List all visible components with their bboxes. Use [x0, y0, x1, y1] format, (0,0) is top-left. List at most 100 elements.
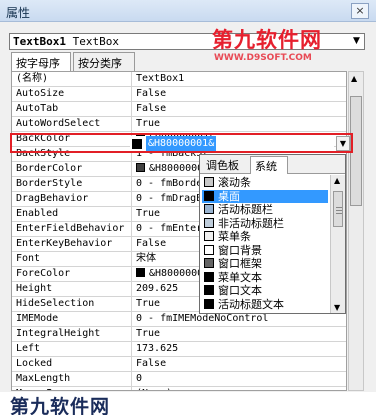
property-value-text: TextBox1	[136, 73, 185, 84]
chevron-down-icon: ▼	[339, 139, 347, 148]
backcolor-editor[interactable]: &H80000001&	[130, 136, 334, 151]
color-swatch	[204, 298, 214, 309]
property-value-text: 0 - fmEnter	[136, 223, 203, 234]
color-list-item[interactable]: 菜单条	[202, 230, 328, 243]
color-swatch	[136, 163, 145, 172]
property-value-text: 0 - fmIMEModeNoControl	[136, 313, 269, 324]
backcolor-swatch	[132, 139, 142, 149]
color-list-item-label: 菜单文本	[218, 270, 262, 284]
tab-system[interactable]: 系统	[250, 156, 288, 174]
color-swatch	[204, 258, 214, 268]
watermark-logo: 第九软件网 WWW.D9SOFT.COM	[208, 24, 338, 74]
property-name: ForeColor	[16, 268, 71, 279]
property-row[interactable]: IMEMode 0 - fmIMEModeNoControl	[12, 312, 346, 327]
property-value[interactable]: True	[131, 327, 346, 341]
color-list-item[interactable]: 菜单文本	[202, 271, 328, 284]
property-name: Enabled	[16, 208, 59, 219]
property-value-text: 宋体	[136, 253, 156, 264]
property-value[interactable]: False	[131, 357, 346, 371]
property-value[interactable]: 0	[131, 372, 346, 386]
color-list-item-label: 桌面	[218, 189, 240, 203]
property-value[interactable]: False	[131, 102, 346, 116]
grip-line	[336, 210, 342, 211]
tab-palette[interactable]: 调色板	[202, 156, 248, 174]
property-value[interactable]: True	[131, 117, 346, 131]
property-value-text: 209.625	[136, 283, 179, 294]
tab-alphabetic[interactable]: 按字母序	[11, 52, 71, 72]
property-name: EnterKeyBehavior	[16, 238, 113, 249]
property-row[interactable]: MaxLength 0	[12, 372, 346, 387]
property-row[interactable]: AutoTab False	[12, 102, 346, 117]
color-list-item[interactable]: 窗口框架	[202, 257, 328, 270]
color-list-item-label: 活动标题文本	[218, 297, 284, 311]
color-swatch	[204, 177, 214, 187]
color-list-item[interactable]: 桌面	[202, 189, 328, 203]
color-swatch	[204, 204, 214, 214]
color-list-item[interactable]: 窗口背景	[202, 244, 328, 257]
color-list-item-label: 窗口文本	[218, 284, 262, 297]
property-value-text: True	[136, 328, 161, 339]
object-selector-text: TextBox1 TextBox	[13, 35, 119, 48]
property-name: MaxLength	[16, 373, 71, 384]
scroll-up-icon[interactable]: ▲	[351, 74, 357, 83]
property-value-text: 0 - fmBorde	[136, 178, 203, 189]
backcolor-dropdown-button[interactable]: ▼	[336, 136, 350, 151]
property-row[interactable]: IntegralHeight True	[12, 327, 346, 342]
property-name: AutoTab	[16, 103, 59, 114]
property-name: IntegralHeight	[16, 328, 101, 339]
property-value[interactable]: (None)	[131, 387, 346, 390]
property-value-text: False	[136, 358, 167, 369]
color-list-item-label: 窗口框架	[218, 257, 262, 270]
color-list-item-label: 窗口背景	[218, 243, 262, 257]
property-value[interactable]: False	[131, 87, 346, 101]
color-list-item-label: 非活动标题栏	[218, 216, 284, 230]
property-value-text: 0	[136, 373, 143, 384]
color-list-item[interactable]: 活动标题文本	[202, 298, 328, 311]
scrollbar-thumb[interactable]	[333, 191, 343, 227]
property-grid-scrollbar[interactable]: ▲	[348, 71, 364, 391]
tab-categorized[interactable]: 按分类序	[73, 52, 135, 71]
property-row[interactable]: AutoWordSelect True	[12, 117, 346, 132]
property-row[interactable]: Locked False	[12, 357, 346, 372]
property-name: Left	[16, 343, 41, 354]
close-button[interactable]: ×	[351, 3, 369, 19]
color-swatch	[204, 231, 214, 241]
grip-line	[336, 207, 342, 208]
scroll-up-icon[interactable]: ▲	[334, 176, 340, 185]
color-list-item[interactable]: 滚动条	[202, 176, 328, 189]
color-list-scrollbar[interactable]: ▲ ▼	[330, 175, 345, 313]
color-list-item[interactable]: 窗口文本	[202, 284, 328, 297]
color-list-item[interactable]: 非活动标题栏	[202, 217, 328, 230]
property-name: Locked	[16, 358, 53, 369]
backcolor-value[interactable]: &H80000001&	[146, 136, 217, 151]
property-value[interactable]: 173.625	[131, 342, 346, 356]
property-name: (名称)	[16, 73, 49, 84]
color-swatch	[204, 190, 214, 201]
property-value[interactable]: 0 - fmIMEModeNoControl	[131, 312, 346, 326]
property-value-text: &H8000000	[149, 163, 204, 174]
color-list-item-label: 滚动条	[218, 176, 251, 189]
property-row[interactable]: (名称) TextBox1	[12, 72, 346, 87]
property-value-text: False	[136, 238, 167, 249]
property-name: DragBehavior	[16, 193, 89, 204]
watermark-url: WWW.D9SOFT.COM	[214, 53, 312, 63]
property-value-text: &H8000000	[149, 268, 204, 279]
window-title: 属性	[6, 6, 31, 20]
property-value[interactable]: TextBox1	[131, 72, 346, 86]
property-row[interactable]: Left 173.625	[12, 342, 346, 357]
property-name: AutoWordSelect	[16, 118, 101, 129]
color-picker-popup: 调色板 系统 滚动条 桌面 活动标题栏 非活动标题栏 菜单条 窗口背景 窗口框架 菜单文本 窗口…	[199, 154, 346, 314]
color-swatch	[204, 244, 214, 255]
color-list-item[interactable]: 活动标题栏	[202, 203, 328, 216]
property-value-text: False	[136, 88, 167, 99]
property-value-text: True	[136, 118, 161, 129]
property-name: Font	[16, 253, 41, 264]
property-row[interactable]: MouseIcon (None)	[12, 387, 346, 390]
object-name: TextBox1	[13, 35, 66, 48]
property-name: HideSelection	[16, 298, 95, 309]
property-name: EnterFieldBehavior	[16, 223, 125, 234]
scroll-down-icon[interactable]: ▼	[334, 303, 340, 312]
color-swatch	[204, 271, 214, 282]
property-name: Height	[16, 283, 53, 294]
property-row[interactable]: AutoSize False	[12, 87, 346, 102]
